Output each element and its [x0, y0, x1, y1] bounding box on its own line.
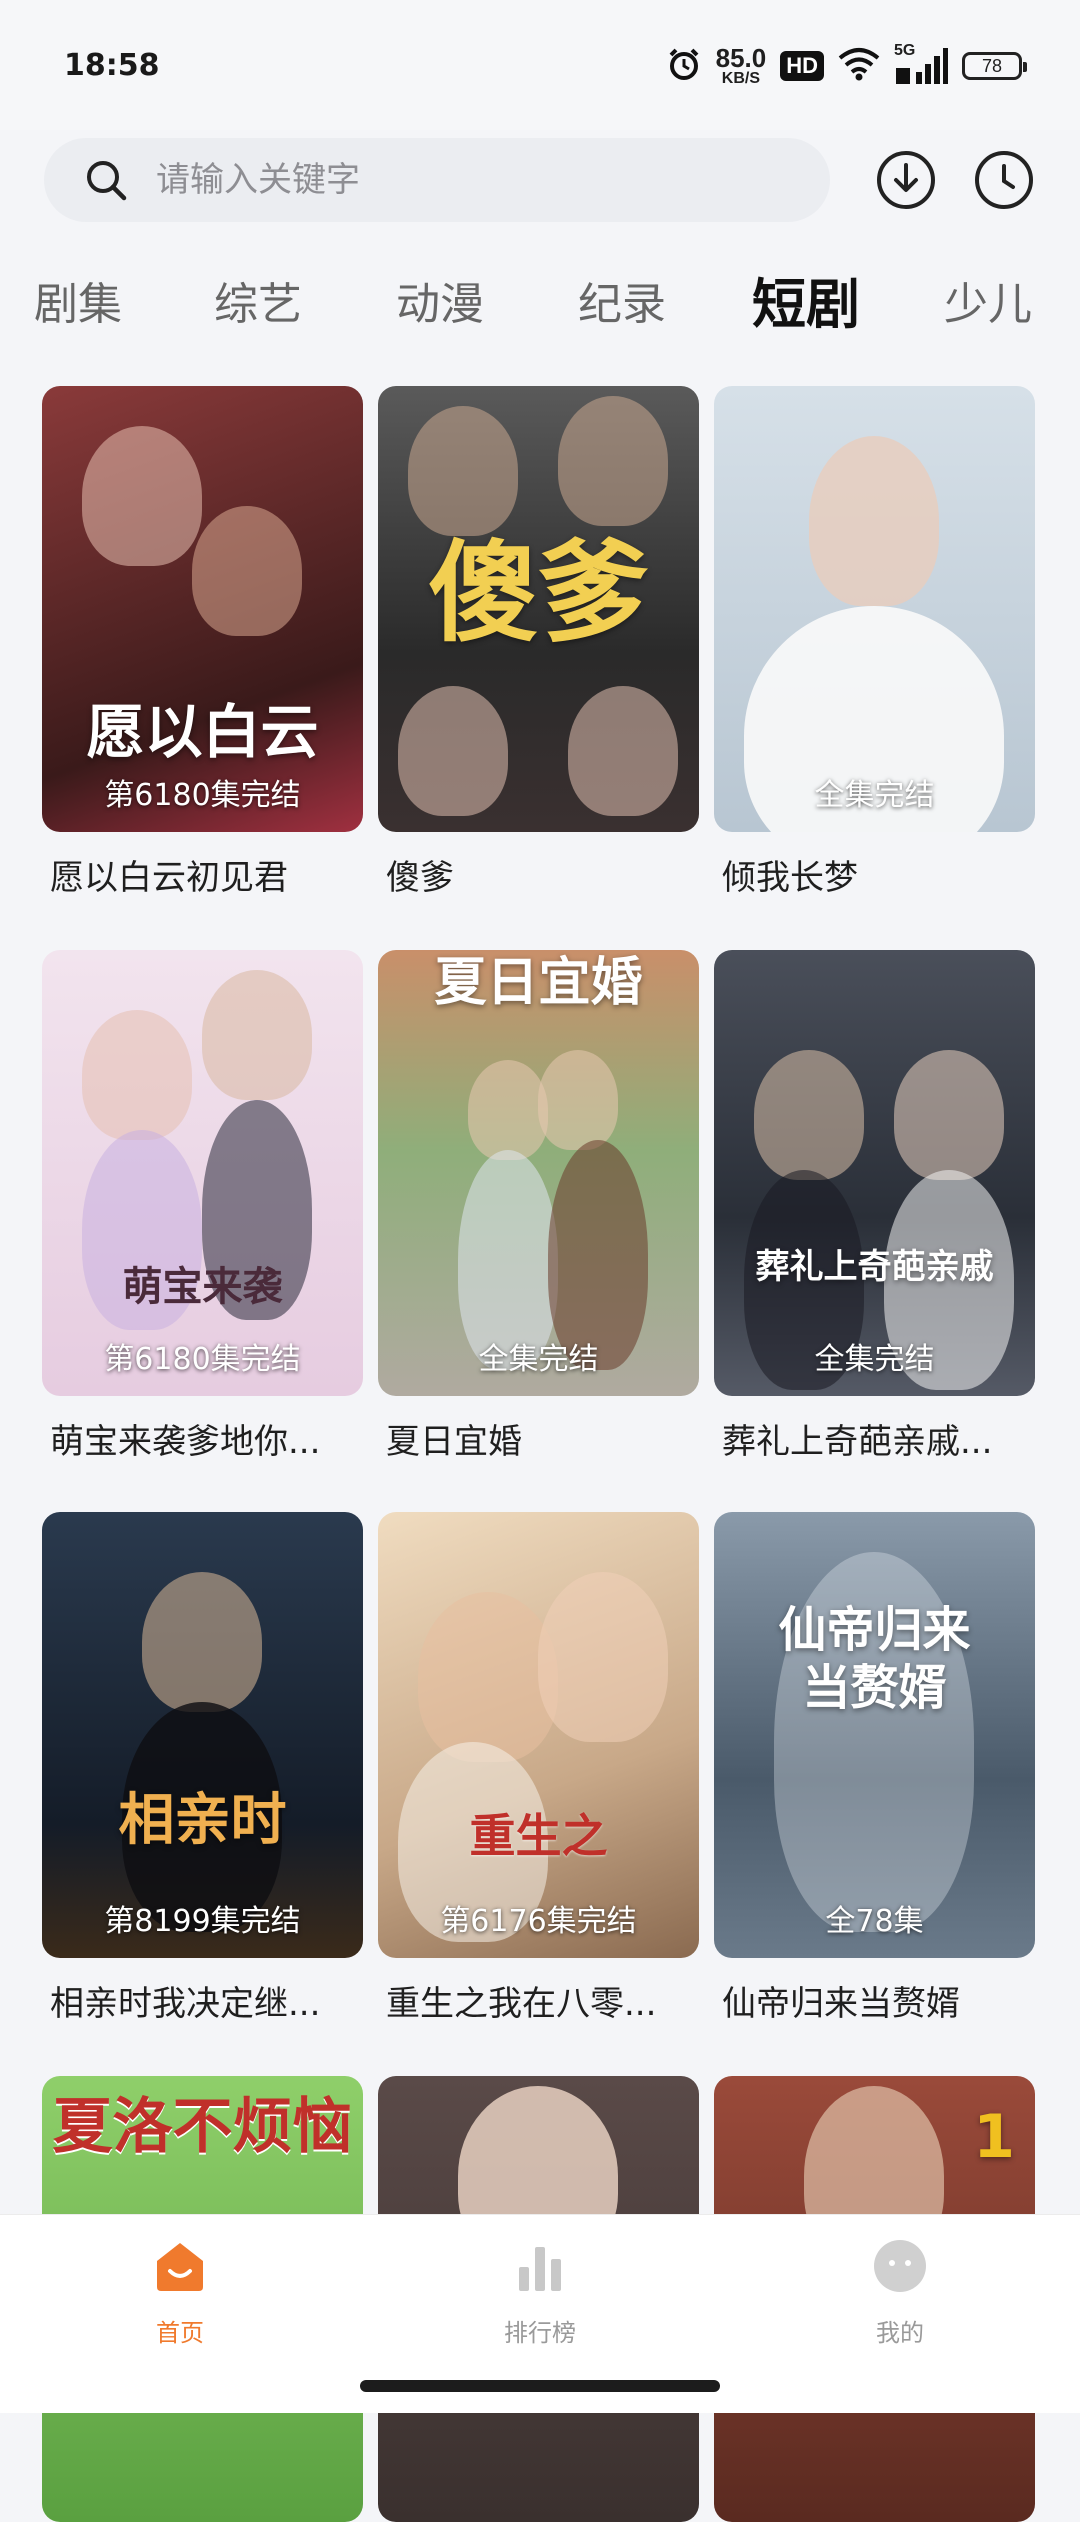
- poster-image: 仙帝归来当赘婿 全78集: [714, 1512, 1035, 1958]
- poster-title-art: 重生之: [469, 1809, 608, 1863]
- home-icon: [157, 2243, 203, 2291]
- video-card[interactable]: 重生之 第6176集完结 重生之我在八零...: [378, 1512, 699, 2025]
- nav-home[interactable]: 首页: [80, 2237, 280, 2348]
- poster-title-art: 1: [973, 2102, 1015, 2172]
- status-bar: 18:58 85.0 KB/S HD 5G 78: [0, 0, 1080, 130]
- nav-ranking-label: 排行榜: [504, 2319, 576, 2347]
- poster-image: 夏日宜婚 全集完结: [378, 950, 699, 1396]
- poster-title-art: 傻爹: [428, 529, 649, 657]
- cellular-signal-icon: 5G: [894, 42, 948, 86]
- nav-profile-label: 我的: [876, 2319, 924, 2347]
- video-card[interactable]: 萌宝来袭 第6180集完结 萌宝来袭爹地你...: [42, 950, 363, 1463]
- nav-profile[interactable]: 我的: [800, 2237, 1000, 2348]
- poster-image: 葬礼上奇葩亲戚 全集完结: [714, 950, 1035, 1396]
- episode-badge: 全集完结: [814, 778, 935, 813]
- battery-indicator: 78: [962, 52, 1027, 80]
- tab-anime[interactable]: 动漫: [396, 268, 484, 332]
- net-speed: 85.0 KB/S: [716, 45, 767, 87]
- episode-badge: 第6180集完结: [104, 1342, 301, 1377]
- alarm-icon: [666, 46, 702, 86]
- video-card[interactable]: 愿以白云 第6180集完结 愿以白云初见君: [42, 386, 363, 899]
- download-icon: [877, 151, 935, 209]
- poster-title-art: 仙帝归来当赘婿: [778, 1602, 971, 1716]
- video-card[interactable]: 葬礼上奇葩亲戚 全集完结 葬礼上奇葩亲戚...: [714, 950, 1035, 1463]
- poster-image: 愿以白云 第6180集完结: [42, 386, 363, 832]
- episode-badge: 全集完结: [814, 1342, 935, 1377]
- episode-badge: 第6180集完结: [104, 778, 301, 813]
- nav-ranking[interactable]: 排行榜: [440, 2237, 640, 2348]
- episode-badge: 第6176集完结: [440, 1904, 637, 1939]
- status-icons: 85.0 KB/S HD 5G 78: [666, 40, 1027, 92]
- search-bar[interactable]: [44, 138, 830, 222]
- category-tabs: 剧集 综艺 动漫 纪录 短剧 少儿: [0, 260, 1080, 340]
- video-title: 相亲时我决定继...: [50, 1984, 321, 2024]
- tab-documentary[interactable]: 纪录: [578, 268, 666, 332]
- history-icon: [975, 151, 1033, 209]
- episode-badge: 全集完结: [478, 1342, 599, 1377]
- video-card[interactable]: 傻爹 傻爹: [378, 386, 699, 899]
- poster-title-art: 愿以白云: [86, 698, 319, 766]
- poster-image: 萌宝来袭 第6180集完结: [42, 950, 363, 1396]
- net-speed-unit: KB/S: [721, 70, 761, 87]
- video-card[interactable]: 相亲时 第8199集完结 相亲时我决定继...: [42, 1512, 363, 2025]
- status-time: 18:58: [64, 48, 160, 83]
- video-title: 重生之我在八零...: [386, 1984, 657, 2024]
- wifi-icon: [838, 47, 880, 85]
- poster-image: 傻爹: [378, 386, 699, 832]
- search-input[interactable]: [154, 159, 798, 201]
- poster-image: 重生之 第6176集完结: [378, 1512, 699, 1958]
- episode-badge: 第8199集完结: [104, 1904, 301, 1939]
- poster-image: 相亲时 第8199集完结: [42, 1512, 363, 1958]
- tab-variety[interactable]: 综艺: [214, 268, 302, 332]
- tab-short-drama[interactable]: 短剧: [752, 260, 860, 339]
- video-card[interactable]: 仙帝归来当赘婿 全78集 仙帝归来当赘婿: [714, 1512, 1035, 2025]
- tab-kids[interactable]: 少儿: [944, 268, 1032, 332]
- video-card[interactable]: 夏日宜婚 全集完结 夏日宜婚: [378, 950, 699, 1463]
- poster-image: 全集完结: [714, 386, 1035, 832]
- net-speed-value: 85.0: [715, 43, 767, 73]
- profile-icon: [874, 2240, 926, 2292]
- poster-title-art: 萌宝来袭: [122, 1264, 283, 1310]
- download-button[interactable]: [874, 148, 938, 212]
- poster-title-art: 相亲时: [118, 1788, 287, 1853]
- poster-title-art: 葬礼上奇葩亲戚: [755, 1247, 994, 1287]
- search-icon: [87, 161, 127, 201]
- nav-home-label: 首页: [156, 2319, 204, 2347]
- hd-badge: HD: [780, 51, 824, 81]
- video-title: 傻爹: [386, 858, 454, 898]
- video-title: 萌宝来袭爹地你...: [50, 1422, 321, 1462]
- video-card[interactable]: 全集完结 倾我长梦: [714, 386, 1035, 899]
- tab-series[interactable]: 剧集: [34, 268, 122, 332]
- video-title: 夏日宜婚: [386, 1422, 522, 1462]
- ranking-icon: [519, 2247, 561, 2291]
- poster-title-art: 夏洛不烦恼: [52, 2092, 353, 2162]
- video-title: 倾我长梦: [722, 858, 858, 898]
- video-title: 愿以白云初见君: [50, 858, 288, 898]
- history-button[interactable]: [972, 148, 1036, 212]
- home-indicator[interactable]: [360, 2380, 720, 2392]
- episode-badge: 全78集: [825, 1904, 924, 1939]
- poster-title-art: 夏日宜婚: [434, 953, 643, 1013]
- video-title: 葬礼上奇葩亲戚...: [722, 1422, 993, 1462]
- video-title: 仙帝归来当赘婿: [722, 1984, 960, 2024]
